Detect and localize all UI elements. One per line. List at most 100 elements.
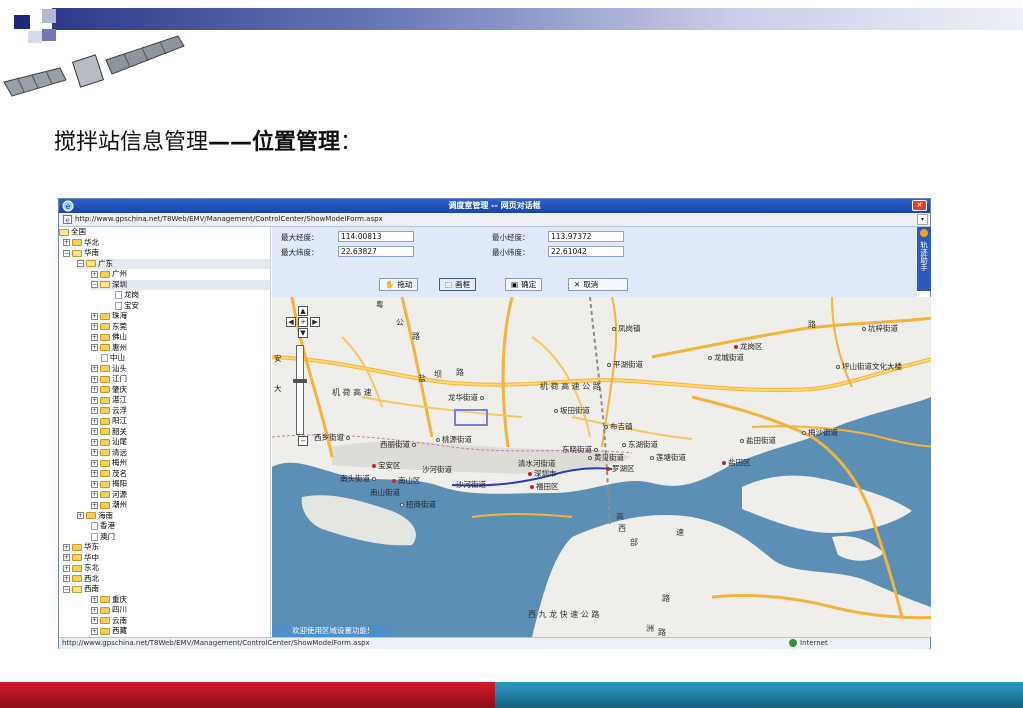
tree-item[interactable]: + 华东: [63, 542, 270, 552]
tree-item-label: 汕头: [112, 363, 127, 373]
tree-item[interactable]: 中山: [101, 353, 270, 363]
tree-item[interactable]: 龙岗: [115, 290, 270, 300]
expand-icon[interactable]: +: [91, 365, 98, 372]
draw-box-button[interactable]: ⬚ 画框: [439, 278, 477, 291]
max-lng-field[interactable]: 114.00813: [338, 231, 414, 242]
tree-item[interactable]: + 韶关: [91, 427, 270, 437]
min-lat-field[interactable]: 22.61042: [548, 246, 624, 257]
close-button[interactable]: ✕: [912, 200, 927, 211]
tree-item[interactable]: + 西北: [63, 574, 270, 584]
tree-item[interactable]: − 西南: [63, 584, 270, 594]
tree-item[interactable]: + 湛江: [91, 395, 270, 405]
tree-item[interactable]: 澳门: [91, 532, 270, 542]
tree-item[interactable]: + 惠州: [91, 343, 270, 353]
expand-icon[interactable]: +: [91, 606, 98, 614]
folder-icon: [72, 575, 82, 582]
collapse-icon[interactable]: −: [77, 260, 84, 267]
collapse-icon[interactable]: −: [63, 585, 70, 593]
expand-icon[interactable]: +: [91, 396, 98, 404]
tree-item[interactable]: + 重庆: [91, 595, 270, 605]
expand-icon[interactable]: +: [91, 312, 98, 320]
expand-icon[interactable]: +: [91, 417, 98, 425]
tree-item[interactable]: + 汕头: [91, 364, 270, 374]
tree-item[interactable]: + 珠海: [91, 311, 270, 321]
track-helper-button[interactable]: 轨迹助手: [917, 227, 931, 291]
selection-rectangle[interactable]: [454, 409, 488, 426]
expand-icon[interactable]: +: [63, 564, 70, 572]
map-label: 龙岗区: [734, 341, 763, 352]
tree-item[interactable]: − 广东: [77, 258, 270, 269]
folder-icon: [100, 323, 110, 330]
map-view[interactable]: ▲ ◀ + ▶ ▼ − 凤岗镇 龙岗区 龙城街道 平湖街道 坪山街道文化大楼 坑…: [272, 297, 931, 637]
expand-icon[interactable]: +: [91, 470, 98, 477]
expand-icon[interactable]: +: [63, 575, 70, 582]
tree-item[interactable]: + 揭阳: [91, 479, 270, 489]
tree-item[interactable]: 全国: [59, 227, 270, 237]
tree-item[interactable]: + 云浮: [91, 406, 270, 416]
tree-item[interactable]: + 清远: [91, 448, 270, 458]
zoom-out-button[interactable]: −: [298, 436, 308, 446]
max-lat-field[interactable]: 22.63827: [338, 246, 414, 257]
tree-item[interactable]: + 佛山: [91, 332, 270, 342]
tree-item[interactable]: + 潮州: [91, 500, 270, 510]
tree-item[interactable]: + 四川: [91, 605, 270, 615]
expand-icon[interactable]: +: [91, 270, 98, 278]
pan-up-button[interactable]: ▲: [298, 306, 308, 316]
expand-icon[interactable]: +: [91, 459, 98, 467]
folder-icon: [72, 239, 82, 246]
chevron-down-icon[interactable]: ▾: [917, 214, 928, 225]
tree-item[interactable]: − 深圳: [91, 279, 270, 290]
expand-icon[interactable]: +: [91, 491, 98, 498]
tree-item[interactable]: + 云南: [91, 616, 270, 626]
expand-icon[interactable]: +: [91, 407, 98, 414]
expand-icon[interactable]: +: [63, 239, 70, 246]
expand-icon[interactable]: +: [91, 617, 98, 624]
expand-icon[interactable]: +: [91, 375, 98, 383]
expand-icon[interactable]: +: [91, 323, 98, 330]
tree-item[interactable]: + 广州: [91, 269, 270, 279]
tree-item[interactable]: + 汕尾: [91, 437, 270, 447]
expand-icon[interactable]: +: [91, 333, 98, 341]
tree-item[interactable]: + 梅州: [91, 458, 270, 468]
expand-icon[interactable]: +: [63, 554, 70, 561]
expand-icon[interactable]: +: [91, 627, 98, 635]
zoom-slider[interactable]: [296, 345, 304, 435]
expand-icon[interactable]: +: [91, 344, 98, 351]
collapse-icon[interactable]: −: [63, 249, 70, 257]
tree-item[interactable]: + 河源: [91, 490, 270, 500]
tree-item[interactable]: 香港: [91, 521, 270, 531]
confirm-button[interactable]: ▣ 确定: [505, 278, 543, 291]
tree-item[interactable]: + 阳江: [91, 416, 270, 426]
tree-item[interactable]: + 华北: [63, 238, 270, 248]
expand-icon[interactable]: +: [77, 512, 84, 519]
tree-item[interactable]: + 东莞: [91, 322, 270, 332]
tree-item[interactable]: + 西藏: [91, 626, 270, 636]
pan-down-button[interactable]: ▼: [298, 328, 308, 338]
drag-button[interactable]: ✋ 拖动: [379, 278, 419, 291]
min-lng-field[interactable]: 113.97372: [548, 231, 624, 242]
tree-item[interactable]: + 江门: [91, 374, 270, 384]
expand-icon[interactable]: +: [91, 438, 98, 446]
tree-item[interactable]: + 茂名: [91, 469, 270, 479]
expand-icon[interactable]: +: [91, 449, 98, 456]
expand-icon[interactable]: +: [91, 596, 98, 603]
expand-icon[interactable]: +: [91, 501, 98, 509]
zoom-slider-thumb[interactable]: [293, 379, 307, 383]
tree-item[interactable]: + 东北: [63, 563, 270, 573]
expand-icon[interactable]: +: [91, 386, 98, 393]
tree-item[interactable]: 宝安: [115, 301, 270, 311]
tree-item[interactable]: + 海南: [77, 511, 270, 521]
pan-left-button[interactable]: ◀: [286, 317, 296, 327]
cancel-button[interactable]: ✕ 取消: [568, 278, 628, 291]
expand-icon[interactable]: +: [63, 543, 70, 551]
expand-icon[interactable]: +: [91, 480, 98, 488]
tree-item[interactable]: + 华中: [63, 553, 270, 563]
pan-right-button[interactable]: ▶: [310, 317, 320, 327]
tree-item[interactable]: − 华南: [63, 248, 270, 258]
highway-label: 路: [456, 368, 464, 377]
collapse-icon[interactable]: −: [91, 281, 98, 288]
zoom-in-button[interactable]: +: [298, 317, 308, 327]
expand-icon[interactable]: +: [91, 428, 98, 435]
address-bar[interactable]: e http://www.gpschina.net/T8Web/EMV/Mana…: [59, 213, 930, 227]
tree-item[interactable]: + 肇庆: [91, 385, 270, 395]
